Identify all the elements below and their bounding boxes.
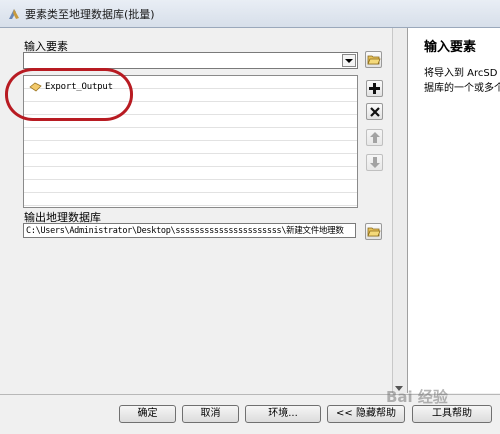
plus-icon <box>369 83 380 94</box>
chevron-down-icon[interactable] <box>342 54 356 67</box>
window-title: 要素类至地理数据库(批量) <box>25 8 155 21</box>
move-up-button[interactable] <box>366 129 383 146</box>
help-text-line: 据库的一个或多个 <box>424 83 500 94</box>
cancel-button[interactable]: 取消 <box>182 405 239 423</box>
output-gdb-field[interactable]: C:\Users\Administrator\Desktop\sssssssss… <box>23 223 356 238</box>
add-button[interactable] <box>366 80 383 97</box>
list-item-label: Export_Output <box>45 81 113 92</box>
polygon-feature-icon <box>29 82 42 92</box>
ok-button[interactable]: 确定 <box>119 405 176 423</box>
tool-help-button[interactable]: 工具帮助 <box>412 405 492 423</box>
x-icon <box>369 106 380 117</box>
folder-open-icon <box>366 55 381 64</box>
browse-output-button[interactable] <box>365 223 382 240</box>
arrow-up-icon <box>369 132 380 143</box>
input-features-dropdown[interactable] <box>23 52 358 69</box>
scroll-down-icon[interactable] <box>395 386 403 391</box>
browse-input-button[interactable] <box>365 51 382 68</box>
list-item[interactable]: Export_Output <box>29 80 113 93</box>
remove-button[interactable] <box>366 103 383 120</box>
input-features-list[interactable]: Export_Output <box>23 75 358 208</box>
title-bar: 要素类至地理数据库(批量) <box>0 0 500 28</box>
folder-open-icon <box>366 227 381 236</box>
help-panel: 输入要素 将导入到 ArcSD 据库的一个或多个 <box>407 28 500 393</box>
tool-dialog: 要素类至地理数据库(批量) 输入要素 Export_Output 输出地理数据库… <box>0 0 500 434</box>
move-down-button[interactable] <box>366 154 383 171</box>
arctoolbox-icon <box>9 9 19 19</box>
button-bar: 确定 取消 环境... << 隐藏帮助 工具帮助 <box>0 394 500 434</box>
parameters-scrollbar[interactable] <box>392 28 407 393</box>
environments-button[interactable]: 环境... <box>245 405 321 423</box>
help-text-line: 将导入到 ArcSD <box>424 68 498 79</box>
arrow-down-icon <box>369 157 380 168</box>
hide-help-button[interactable]: << 隐藏帮助 <box>327 405 405 423</box>
help-title: 输入要素 <box>424 40 477 55</box>
help-text: 将导入到 ArcSD 据库的一个或多个 <box>424 66 500 96</box>
